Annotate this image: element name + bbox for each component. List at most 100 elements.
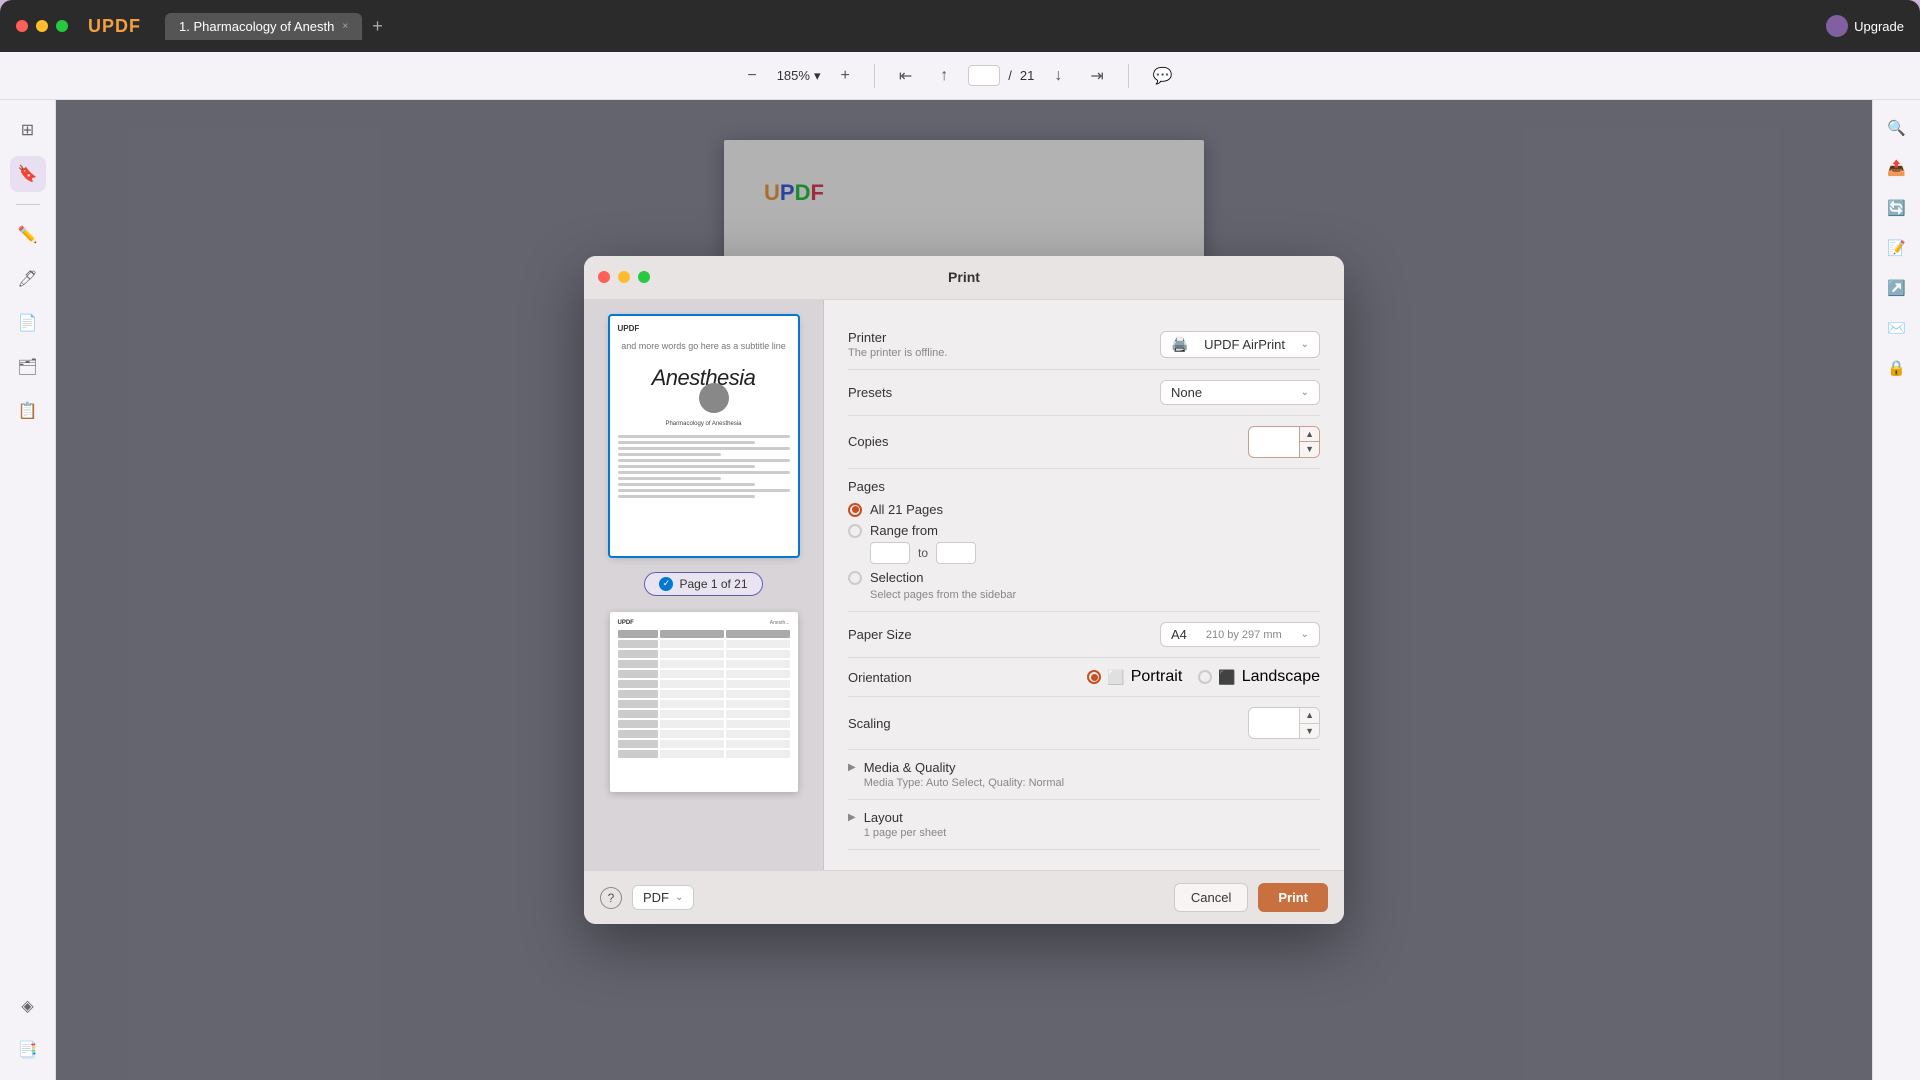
table-cell [618, 730, 658, 738]
printer-dropdown[interactable]: 🖨️ UPDF AirPrint ⌄ [1160, 331, 1320, 358]
last-page-button[interactable]: ⇥ [1082, 62, 1111, 90]
page-number-input[interactable]: 1 [968, 65, 1000, 86]
logo-text: UPDF [88, 16, 141, 36]
cancel-button[interactable]: Cancel [1174, 883, 1248, 912]
range-to-input[interactable]: 1 [936, 542, 976, 564]
prev-page-button[interactable]: ↑ [932, 63, 956, 89]
help-button[interactable]: ? [600, 887, 622, 909]
presets-chevron-icon: ⌄ [1301, 387, 1309, 398]
right-email-button[interactable]: ✉️ [1881, 312, 1913, 344]
next-page-button[interactable]: ↓ [1046, 63, 1070, 89]
scaling-row: Scaling 100% ▲ ▼ [848, 697, 1320, 750]
preview-page-label: ✓ Page 1 of 21 [644, 572, 762, 596]
preview-page2-header: UPDF Anesth... [618, 620, 790, 626]
presets-dropdown[interactable]: None ⌄ [1160, 380, 1320, 405]
upgrade-button[interactable]: Upgrade [1826, 15, 1904, 37]
landscape-option[interactable]: ⬛ Landscape [1198, 668, 1320, 686]
selection-radio[interactable] [848, 571, 862, 585]
paper-size-value: A4 [1171, 627, 1187, 642]
right-share-button[interactable]: ↗️ [1881, 272, 1913, 304]
preview-table-row [618, 650, 790, 658]
footer-left: ? PDF ⌄ [600, 885, 694, 910]
preview-line [618, 471, 790, 474]
preview-page-1[interactable]: UPDF and more words go here as a subtitl… [610, 316, 798, 556]
selection-label: Selection [870, 570, 923, 585]
scaling-input[interactable]: 100% [1249, 712, 1299, 735]
presets-row: Presets None ⌄ [848, 370, 1320, 416]
table-cell [660, 740, 724, 748]
copies-increment-button[interactable]: ▲ [1300, 427, 1319, 443]
paper-size-label: Paper Size [848, 627, 912, 642]
presets-label: Presets [848, 385, 892, 400]
first-page-button[interactable]: ⇤ [891, 62, 920, 90]
table-cell [660, 680, 724, 688]
scaling-decrement-button[interactable]: ▼ [1300, 724, 1319, 739]
dialog-minimize-button[interactable] [618, 271, 630, 283]
sidebar-organize-button[interactable]: 📄 [10, 305, 46, 341]
preview-table-row [618, 710, 790, 718]
preview-logo: UPDF [618, 324, 640, 333]
sidebar-stamp-button[interactable]: 🗂 [10, 349, 46, 385]
pdf-dropdown[interactable]: PDF ⌄ [632, 885, 694, 910]
sidebar-layers-button[interactable]: ◈ [10, 988, 46, 1024]
preview-table-row [618, 750, 790, 758]
zoom-out-button[interactable]: − [739, 63, 764, 89]
add-tab-button[interactable]: + [366, 16, 389, 37]
right-protect-button[interactable]: 🔒 [1881, 352, 1913, 384]
all-pages-radio[interactable] [848, 503, 862, 517]
preview-page-2-content: UPDF Anesth... [610, 612, 798, 792]
print-button[interactable]: Print [1258, 883, 1328, 912]
preview-line [618, 459, 790, 462]
table-cell [726, 750, 790, 758]
layout-row[interactable]: ▶ Layout 1 page per sheet [848, 800, 1320, 850]
zoom-display[interactable]: 185% ▾ [777, 68, 821, 84]
table-cell [618, 690, 658, 698]
preview-label-text: Page 1 of 21 [679, 577, 747, 591]
preview-page-2[interactable]: UPDF Anesth... [610, 612, 798, 792]
right-search-button[interactable]: 🔍 [1881, 112, 1913, 144]
comment-button[interactable]: 💬 [1145, 62, 1181, 90]
media-quality-row[interactable]: ▶ Media & Quality Media Type: Auto Selec… [848, 750, 1320, 800]
preview-line [618, 465, 756, 468]
portrait-radio[interactable] [1087, 670, 1101, 684]
right-convert-button[interactable]: 🔄 [1881, 192, 1913, 224]
preview-table-header [618, 630, 790, 638]
sidebar-forms-button[interactable]: 📋 [10, 393, 46, 429]
portrait-option[interactable]: ⬜ Portrait [1087, 668, 1182, 686]
radio-inner-dot [1091, 674, 1098, 681]
preview-tagline: and more words go here as a subtitle lin… [621, 341, 786, 353]
toolbar-divider-1 [874, 64, 875, 88]
fullscreen-window-button[interactable] [56, 20, 68, 32]
dialog-close-button[interactable] [598, 271, 610, 283]
sidebar-edit-button[interactable]: ✏️ [10, 217, 46, 253]
right-ocr-button[interactable]: 📝 [1881, 232, 1913, 264]
tab-close-button[interactable]: × [342, 21, 348, 32]
sidebar-pages-button[interactable]: 📑 [10, 1032, 46, 1068]
printer-icon: 🖨️ [1171, 336, 1188, 353]
active-tab[interactable]: 1. Pharmacology of Anesth × [165, 13, 362, 40]
range-from-input[interactable]: 1 [870, 542, 910, 564]
preview-page2-chapter: Anesth... [770, 620, 790, 626]
range-radio[interactable] [848, 524, 862, 538]
paper-size-dropdown[interactable]: A4 210 by 297 mm ⌄ [1160, 622, 1320, 647]
toolbar-divider-2 [1128, 64, 1129, 88]
sidebar-bookmark-button[interactable]: 🔖 [10, 156, 46, 192]
minimize-window-button[interactable] [36, 20, 48, 32]
table-cell [660, 720, 724, 728]
close-window-button[interactable] [16, 20, 28, 32]
right-export-button[interactable]: 📤 [1881, 152, 1913, 184]
zoom-in-button[interactable]: + [832, 63, 857, 89]
dialog-fullscreen-button[interactable] [638, 271, 650, 283]
radio-inner-dot [852, 506, 859, 513]
sidebar-annotate-button[interactable]: 🖊 [10, 261, 46, 297]
media-quality-title: Media & Quality [864, 760, 1320, 775]
scaling-increment-button[interactable]: ▲ [1300, 708, 1319, 724]
table-cell [726, 690, 790, 698]
preview-line [618, 495, 756, 498]
copies-decrement-button[interactable]: ▼ [1300, 442, 1319, 457]
table-cell [660, 640, 724, 648]
sidebar-thumbnail-button[interactable]: ⊞ [10, 112, 46, 148]
copies-input[interactable]: 1 [1249, 430, 1299, 453]
landscape-radio[interactable] [1198, 670, 1212, 684]
layout-title: Layout [864, 810, 1320, 825]
